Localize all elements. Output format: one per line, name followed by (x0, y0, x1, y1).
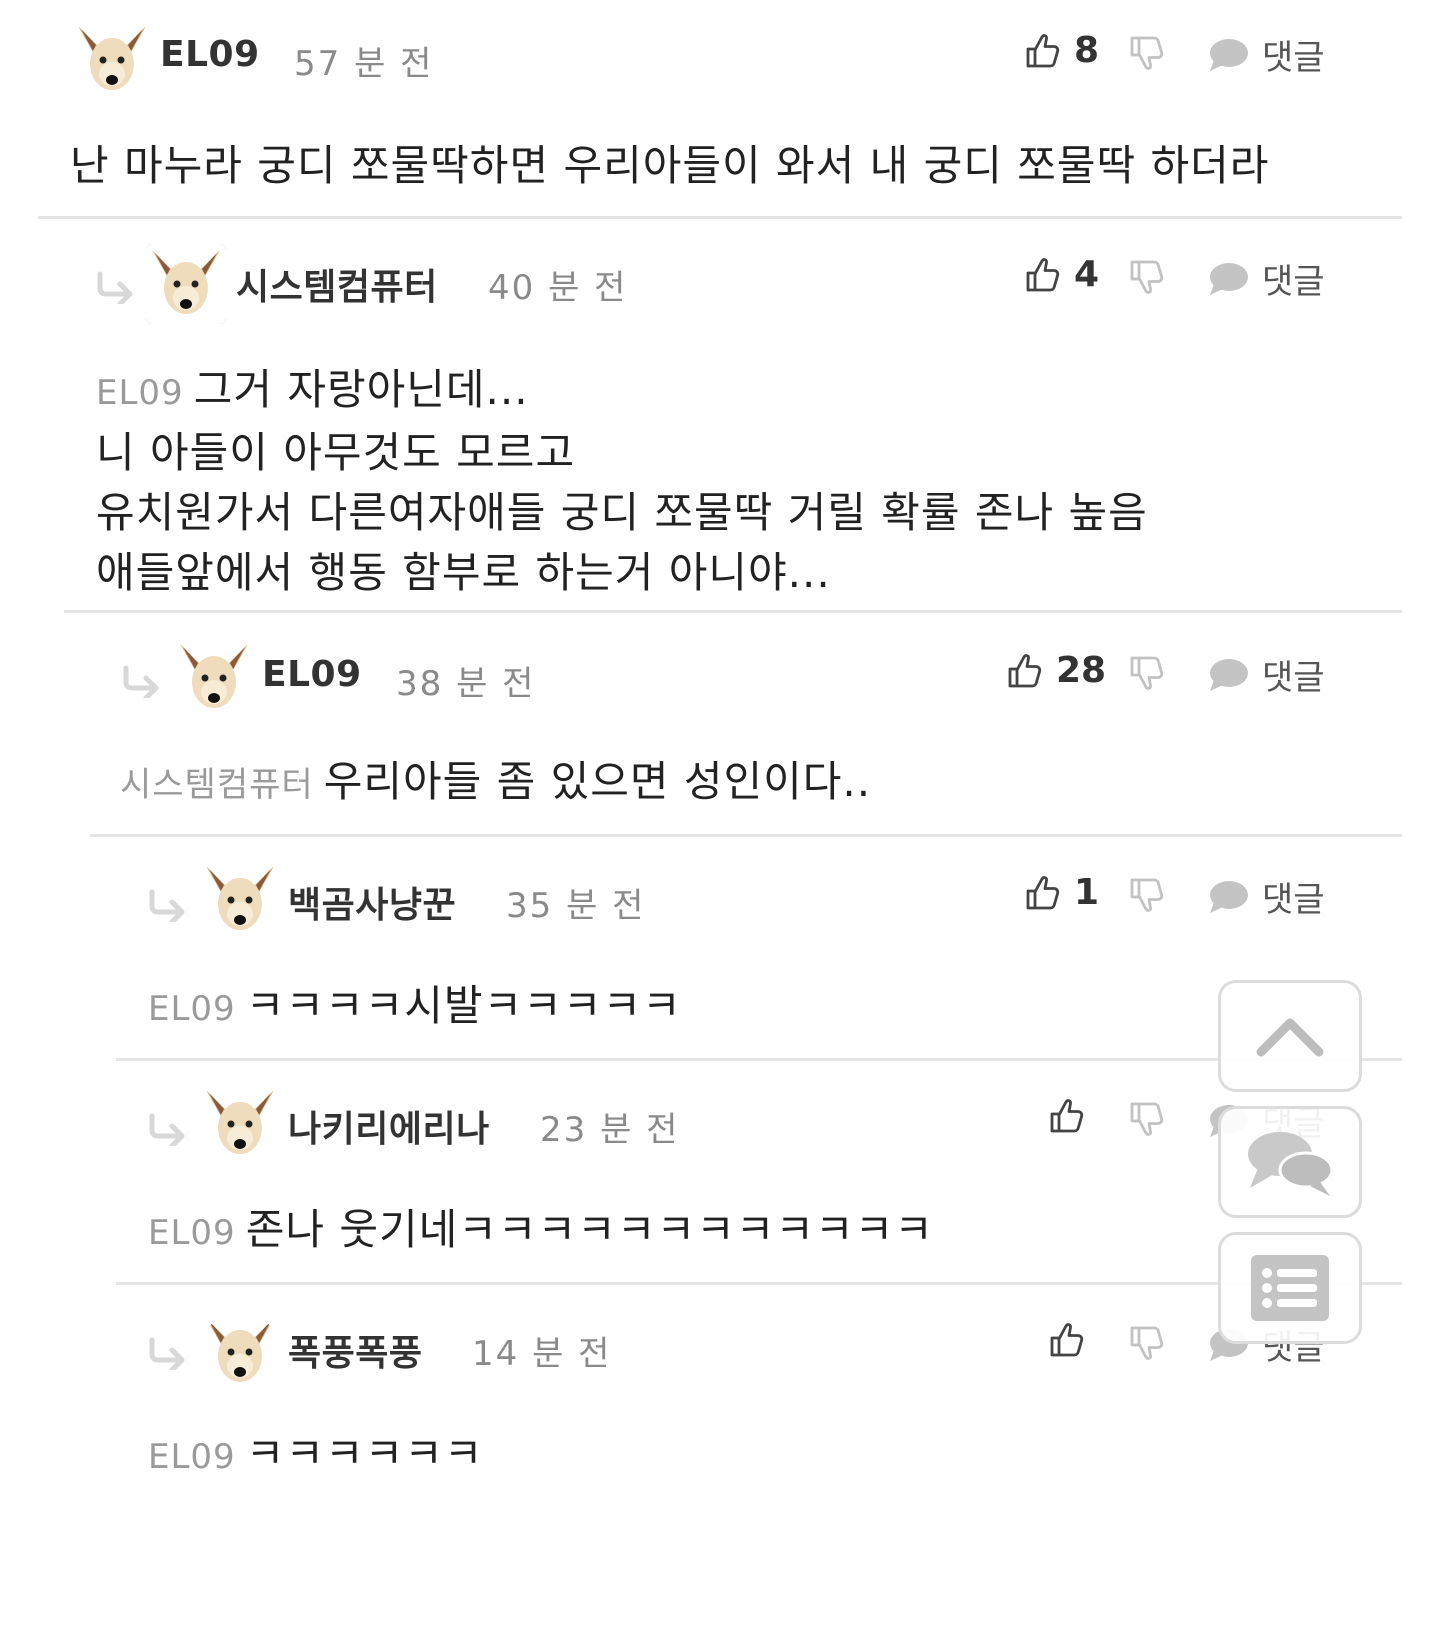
reply-arrow-icon (120, 664, 162, 698)
like-button[interactable]: 4 (1022, 254, 1099, 295)
comment-line: ㅋㅋㅋㅋ시발ㅋㅋㅋㅋㅋ (245, 981, 682, 1030)
dislike-button[interactable] (1126, 1324, 1166, 1364)
timestamp: 35 분 전 (506, 886, 646, 926)
thumbs-up-icon (1046, 1096, 1086, 1136)
scroll-to-top-button[interactable] (1218, 980, 1362, 1092)
reply-label: 댓글 (1262, 880, 1325, 920)
username[interactable]: 백곰사냥꾼 (288, 876, 456, 928)
comment-text: EL09 ㅋㅋㅋㅋ시발ㅋㅋㅋㅋㅋ (148, 976, 682, 1039)
username[interactable]: 시스템컴퓨터 (236, 258, 438, 310)
username[interactable]: 폭풍폭풍 (288, 1324, 422, 1376)
reply-button[interactable]: 댓글 (1206, 254, 1325, 303)
reply-arrow-icon (146, 888, 188, 922)
thumbs-down-icon (1126, 1324, 1166, 1364)
like-button[interactable] (1046, 1320, 1098, 1360)
timestamp: 14 분 전 (472, 1334, 612, 1374)
timestamp: 38 분 전 (396, 664, 536, 704)
reply-label: 댓글 (1262, 658, 1325, 698)
avatar[interactable] (200, 860, 280, 940)
dislike-button[interactable] (1126, 34, 1166, 74)
speech-bubble-icon (1206, 655, 1250, 695)
comment-line: ㅋㅋㅋㅋㅋㅋ (245, 1429, 484, 1478)
timestamp: 23 분 전 (540, 1110, 680, 1150)
divider (116, 1282, 1402, 1285)
speech-bubble-icon (1206, 259, 1250, 299)
comment-text: EL09 그거 자랑아닌데... 니 아들이 아무것도 모르고 유치원가서 다른여… (96, 360, 1148, 603)
comment-text: 시스템컴퓨터 우리아들 좀 있으면 성인이다.. (120, 752, 871, 815)
comment-line: 그거 자랑아닌데... (193, 365, 529, 414)
like-button[interactable]: 28 (1004, 650, 1106, 691)
list-icon (1251, 1255, 1329, 1321)
timestamp: 57 분 전 (294, 44, 434, 84)
mention[interactable]: EL09 (148, 989, 236, 1029)
thumbs-up-icon (1022, 873, 1062, 913)
reply-button[interactable]: 댓글 (1206, 30, 1325, 79)
like-button[interactable]: 1 (1022, 872, 1099, 913)
thumbs-down-icon (1126, 654, 1166, 694)
comment-line: 우리아들 좀 있으면 성인이다.. (323, 757, 872, 806)
mention[interactable]: 시스템컴퓨터 (120, 765, 314, 805)
like-button[interactable]: 8 (1022, 30, 1099, 71)
comment-line: 니 아들이 아무것도 모르고 (96, 428, 576, 477)
list-button[interactable] (1218, 1232, 1362, 1344)
reply-arrow-icon (146, 1336, 188, 1370)
comments-button[interactable] (1218, 1106, 1362, 1218)
thumbs-up-icon (1022, 31, 1062, 71)
like-count: 1 (1074, 872, 1100, 913)
avatar[interactable] (146, 244, 226, 324)
dislike-button[interactable] (1126, 876, 1166, 916)
speech-bubble-icon (1206, 877, 1250, 917)
thumbs-down-icon (1126, 1100, 1166, 1140)
thumbs-down-icon (1126, 34, 1166, 74)
like-count: 28 (1056, 650, 1107, 691)
divider (90, 834, 1402, 837)
divider (116, 1058, 1402, 1061)
username[interactable]: 나키리에리나 (288, 1100, 490, 1152)
username[interactable]: EL09 (160, 34, 260, 75)
thumbs-down-icon (1126, 258, 1166, 298)
reply-button[interactable]: 댓글 (1206, 650, 1325, 699)
reply-label: 댓글 (1262, 262, 1325, 302)
mention[interactable]: EL09 (148, 1213, 236, 1253)
speech-bubble-icon (1206, 35, 1250, 75)
thumbs-up-icon (1022, 255, 1062, 295)
thumbs-up-icon (1046, 1320, 1086, 1360)
like-button[interactable] (1046, 1096, 1098, 1136)
reply-button[interactable]: 댓글 (1206, 872, 1325, 921)
comments-icon (1248, 1132, 1334, 1196)
divider (38, 216, 1402, 219)
avatar[interactable] (72, 20, 152, 100)
avatar[interactable] (174, 638, 254, 718)
dislike-button[interactable] (1126, 1100, 1166, 1140)
divider (64, 610, 1402, 613)
comment-line: 애들앞에서 행동 함부로 하는거 아니야... (96, 548, 831, 597)
comment-line: 유치원가서 다른여자애들 궁디 쪼물딱 거릴 확률 존나 높음 (96, 488, 1148, 537)
chevron-up-icon (1256, 1018, 1324, 1057)
dislike-button[interactable] (1126, 654, 1166, 694)
reply-arrow-icon (94, 270, 136, 304)
timestamp: 40 분 전 (488, 268, 628, 308)
username[interactable]: EL09 (262, 654, 362, 695)
dislike-button[interactable] (1126, 258, 1166, 298)
thumbs-up-icon (1004, 651, 1044, 691)
mention[interactable]: EL09 (96, 373, 184, 413)
reply-arrow-icon (146, 1112, 188, 1146)
comment-text: 난 마누라 궁디 쪼물딱하면 우리아들이 와서 내 궁디 쪼물딱 하더라 (70, 136, 1269, 196)
avatar[interactable] (200, 1084, 280, 1164)
like-count: 8 (1074, 30, 1100, 71)
comment-line: 존나 웃기네ㅋㅋㅋㅋㅋㅋㅋㅋㅋㅋㅋㅋ (245, 1205, 934, 1254)
comment-text: EL09 존나 웃기네ㅋㅋㅋㅋㅋㅋㅋㅋㅋㅋㅋㅋ (148, 1200, 934, 1263)
like-count: 4 (1074, 254, 1100, 295)
avatar[interactable] (200, 1312, 280, 1392)
comment-line: 난 마누라 궁디 쪼물딱하면 우리아들이 와서 내 궁디 쪼물딱 하더라 (70, 141, 1270, 190)
comment-text: EL09 ㅋㅋㅋㅋㅋㅋ (148, 1424, 484, 1487)
mention[interactable]: EL09 (148, 1437, 236, 1477)
reply-label: 댓글 (1262, 38, 1325, 78)
thumbs-down-icon (1126, 876, 1166, 916)
